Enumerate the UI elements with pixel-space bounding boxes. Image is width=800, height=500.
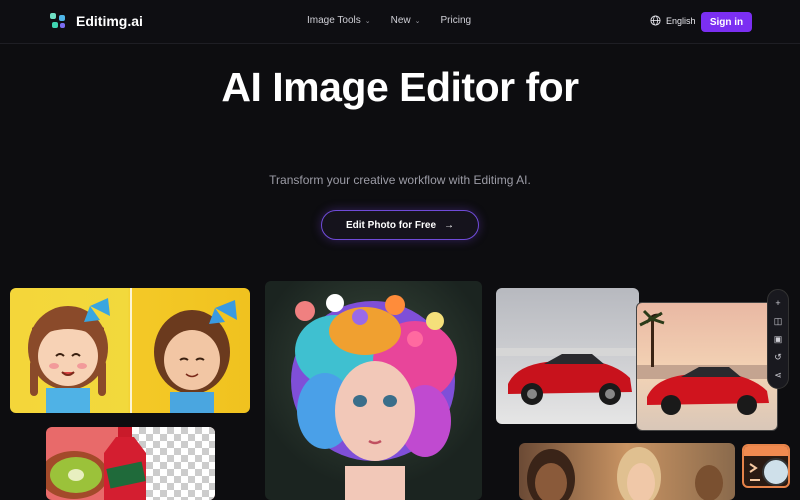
nav-label: Image Tools xyxy=(307,15,361,26)
red-car-illustration xyxy=(496,348,639,405)
arrow-right-icon: → xyxy=(444,219,454,231)
chevron-down-icon: ⌄ xyxy=(364,17,371,25)
hero-subtitle: Transform your creative workflow with Ed… xyxy=(269,173,531,187)
nav-item-pricing[interactable]: Pricing xyxy=(441,15,472,26)
beach-car-illustration xyxy=(637,309,777,415)
share-icon[interactable]: ⋖ xyxy=(774,370,782,380)
language-selector[interactable]: English xyxy=(650,15,696,26)
showcase-portrait-image xyxy=(265,281,482,500)
cta-label: Edit Photo for Free xyxy=(346,219,436,231)
comparison-divider[interactable] xyxy=(130,288,132,413)
flower-hair-girl-illustration xyxy=(291,294,457,500)
plus-icon[interactable]: + xyxy=(775,298,780,308)
nav-item-new[interactable]: New ⌄ xyxy=(391,15,421,26)
globe-icon xyxy=(650,15,661,26)
showcase-people-image xyxy=(519,443,735,500)
nav-label: Pricing xyxy=(440,15,472,26)
nav-label: New xyxy=(390,15,411,26)
logo-icon xyxy=(50,13,65,28)
top-nav-bar: Editimg.ai Image Tools ⌄ New ⌄ Pricing E… xyxy=(0,0,800,44)
split-icon[interactable]: ◫ xyxy=(774,316,783,326)
nav-item-image-tools[interactable]: Image Tools ⌄ xyxy=(307,15,371,26)
chevron-down-icon: ⌄ xyxy=(414,17,421,25)
edit-photo-button[interactable]: Edit Photo for Free → xyxy=(321,210,479,240)
chat-bubble-icon xyxy=(762,458,788,486)
help-widget-button[interactable] xyxy=(742,444,790,488)
smiling-people-illustration xyxy=(527,447,723,500)
side-toolbar: + ◫ ▣ ↺ ⋖ xyxy=(767,289,789,389)
showcase-product-image xyxy=(46,427,215,500)
showcase-car-before-image xyxy=(496,288,639,424)
language-label: English xyxy=(666,15,696,26)
main-nav: Image Tools ⌄ New ⌄ Pricing xyxy=(307,15,471,26)
sign-in-button[interactable]: Sign in xyxy=(701,12,752,32)
bottle-illustration xyxy=(104,427,146,500)
showcase-car-after-image xyxy=(636,302,778,431)
brand-logo[interactable]: Editimg.ai xyxy=(48,11,143,31)
undo-icon[interactable]: ↺ xyxy=(774,352,782,362)
brand-name: Editimg.ai xyxy=(76,13,143,29)
hero-title: AI Image Editor for xyxy=(221,64,579,110)
showcase-cartoon-girl-image xyxy=(10,288,250,413)
image-icon[interactable]: ▣ xyxy=(774,334,783,344)
